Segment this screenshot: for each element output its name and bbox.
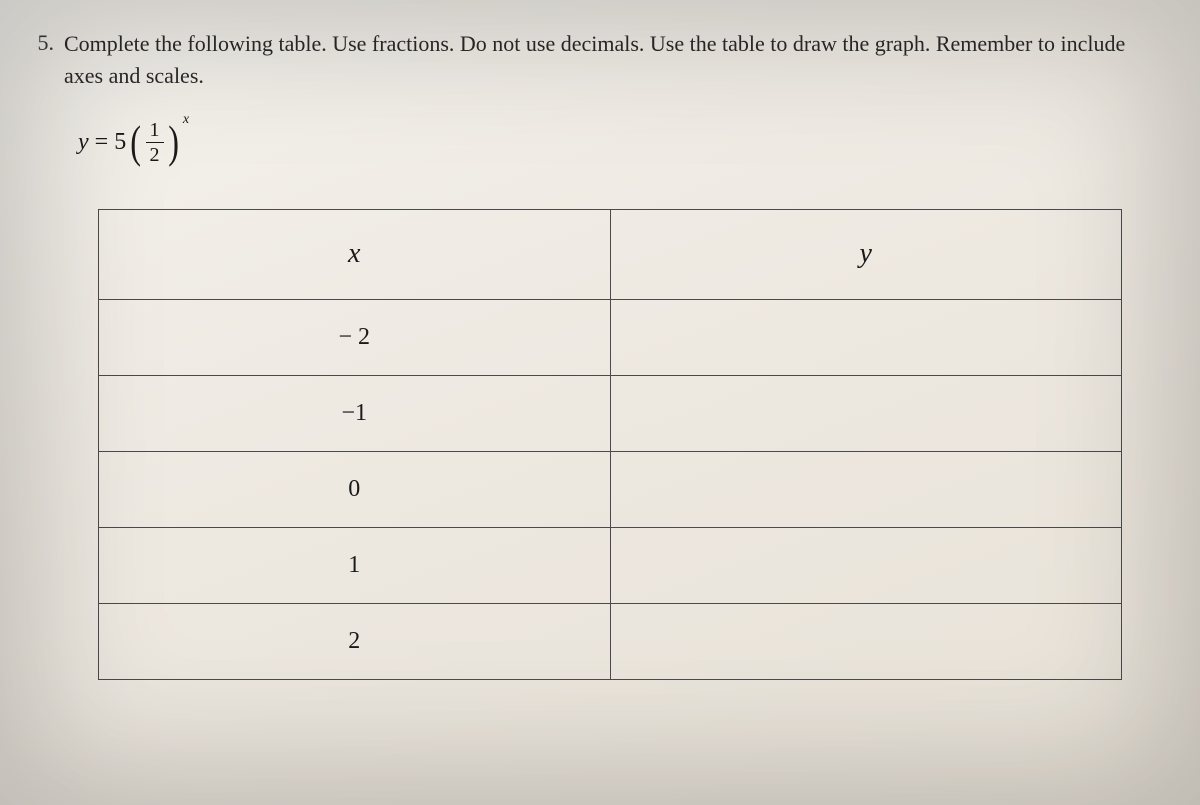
equation-lhs: y xyxy=(78,129,89,156)
cell-x: − 2 xyxy=(99,299,611,375)
cell-y xyxy=(610,375,1122,451)
values-table: x y − 2 −1 0 1 xyxy=(98,209,1122,680)
page-content: 5. Complete the following table. Use fra… xyxy=(0,0,1200,710)
table-header-row: x y xyxy=(99,209,1122,299)
table-row: 1 xyxy=(99,527,1122,603)
cell-x: 2 xyxy=(99,603,611,679)
cell-y xyxy=(610,299,1122,375)
fraction-numerator: 1 xyxy=(150,120,160,142)
equation: y = 5 ( 1 2 ) x xyxy=(78,120,1150,165)
cell-y xyxy=(610,451,1122,527)
cell-y xyxy=(610,603,1122,679)
cell-y xyxy=(610,527,1122,603)
question-block: 5. Complete the following table. Use fra… xyxy=(30,28,1150,92)
equation-fraction: 1 2 xyxy=(146,120,164,165)
equation-exponent: x xyxy=(183,112,189,128)
fraction-denominator: 2 xyxy=(150,143,160,165)
equation-coefficient: 5 xyxy=(114,129,126,156)
equation-parenthesized: ( 1 2 ) xyxy=(128,120,181,165)
values-table-wrap: x y − 2 −1 0 1 xyxy=(98,209,1122,680)
table-row: 2 xyxy=(99,603,1122,679)
cell-x: −1 xyxy=(99,375,611,451)
left-paren: ( xyxy=(131,124,142,161)
table-row: −1 xyxy=(99,375,1122,451)
question-number: 5. xyxy=(30,28,54,56)
cell-x: 0 xyxy=(99,451,611,527)
table-row: 0 xyxy=(99,451,1122,527)
equation-equals: = xyxy=(95,129,109,156)
table-row: − 2 xyxy=(99,299,1122,375)
table-header-y: y xyxy=(610,209,1122,299)
table-header-x: x xyxy=(99,209,611,299)
cell-x: 1 xyxy=(99,527,611,603)
question-text: Complete the following table. Use fracti… xyxy=(64,28,1150,92)
right-paren: ) xyxy=(168,124,179,161)
